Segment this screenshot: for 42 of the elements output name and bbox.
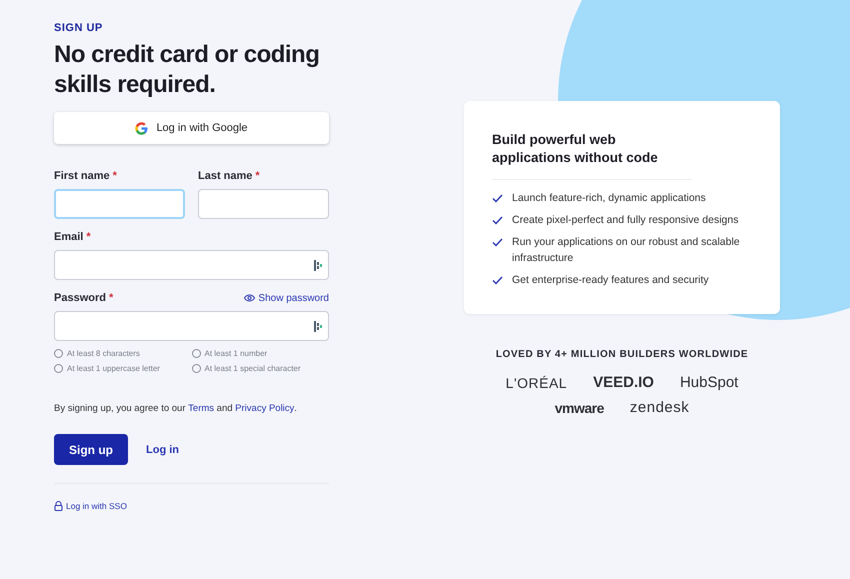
agreement-text: By signing up, you agree to our Terms and Privacy Policy. [54,403,298,414]
autofill-icon[interactable] [314,260,322,270]
company-logo: VEED.IO [593,374,654,391]
company-logo: L'ORÉAL [506,374,568,390]
input-field[interactable] [54,189,185,219]
feature-text: Run your applications on our robust and scalable infrastructure [512,235,741,266]
check-icon [492,194,503,203]
privacy-policy-link[interactable]: Privacy Policy [235,403,294,414]
requirement-text: At least 1 special character [204,364,301,373]
google-login-button[interactable]: Log in with Google [54,112,329,144]
requirement-text: At least 1 number [204,349,268,358]
eyebrow-label: SIGN UP [54,22,104,34]
terms-link[interactable]: Terms [188,403,214,414]
input-field[interactable] [54,311,329,341]
autofill-icon[interactable] [314,320,322,332]
check-icon [492,216,503,225]
google-icon [135,122,148,134]
company-logo: vmware [554,400,604,416]
field-label: Last name * [198,170,260,182]
feature-text: Get enterprise-ready features and security [512,273,709,288]
card-title: Build powerful web applications without code [492,131,692,180]
log-in-link[interactable]: Log in [146,444,179,456]
page-heading: No credit card or coding skills required. [54,40,320,100]
requirement-text: At least 8 characters [67,349,140,358]
sso-login-link[interactable]: Log in with SSO [54,501,127,511]
sign-up-button[interactable]: Sign up [54,434,128,465]
company-logo: zendesk [630,399,690,416]
input-field[interactable] [198,189,329,219]
check-icon [492,238,503,247]
lock-icon [54,501,63,511]
field-label: Email * [54,231,91,243]
field-label: First name * [54,170,117,182]
social-proof-heading: LOVED BY 4+ MILLION BUILDERS WORLDWIDE [496,349,748,360]
feature-text: Launch feature-rich, dynamic applications [512,191,706,206]
field-label: Password * [54,292,114,304]
show-password-link[interactable]: Show password [244,292,329,304]
input-field[interactable] [54,250,329,280]
company-logo: HubSpot [680,374,738,391]
eye-icon [244,294,256,302]
requirement-text: At least 1 uppercase letter [67,364,160,373]
check-icon [492,276,503,285]
feature-text: Create pixel-perfect and fully responsive designs [512,213,738,228]
